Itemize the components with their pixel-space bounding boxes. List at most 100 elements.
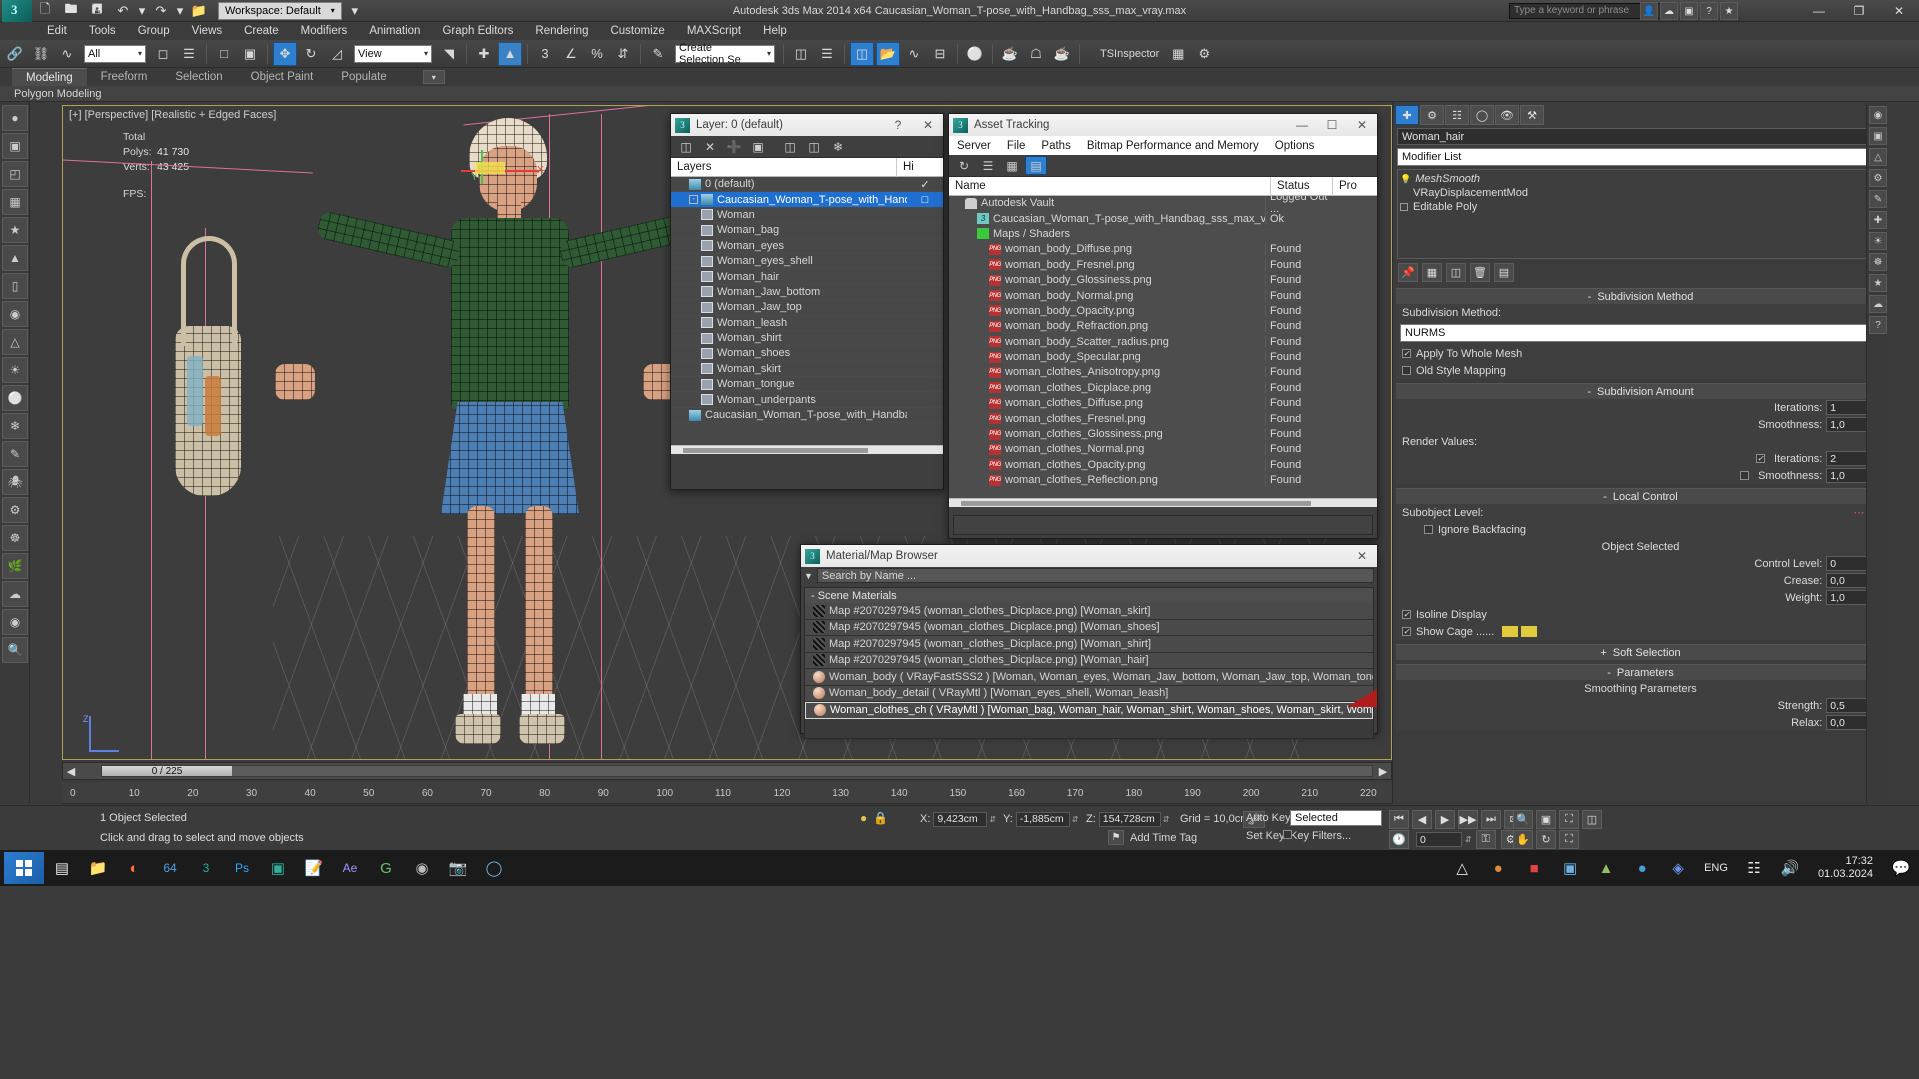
named-selection-set-combo[interactable]: Create Selection Se: [675, 42, 775, 66]
aftereffects-icon[interactable]: Ae: [333, 852, 367, 884]
side-icon-10[interactable]: ☁: [1869, 295, 1887, 313]
close-button[interactable]: ✕: [1879, 0, 1919, 22]
volume-icon[interactable]: 🔊: [1773, 852, 1807, 884]
tab-modeling[interactable]: Modeling: [12, 68, 87, 86]
layer-window-help-button[interactable]: ?: [883, 114, 913, 136]
add-time-tag-label[interactable]: Add Time Tag: [1130, 832, 1197, 844]
tool-icon-10[interactable]: ☀: [2, 357, 28, 383]
max-scene-icon[interactable]: ▣: [261, 852, 295, 884]
asset-row[interactable]: PNG woman_body_Opacity.png Found: [949, 303, 1377, 320]
network-icon[interactable]: ☷: [1737, 852, 1771, 884]
64-app-icon[interactable]: 64: [153, 852, 187, 884]
asset-row[interactable]: PNG woman_body_Fresnel.png Found: [949, 257, 1377, 273]
select-and-move-icon[interactable]: ✥: [273, 41, 297, 66]
zoom-extents-icon[interactable]: ⛶: [1559, 810, 1579, 829]
vertex-subobject-icon[interactable]: ⋯: [1854, 506, 1865, 519]
hierarchy-tab[interactable]: ☷: [1445, 105, 1469, 125]
layer-row[interactable]: Woman_Jaw_bottom: [671, 284, 943, 301]
side-icon-4[interactable]: ⚙: [1869, 169, 1887, 187]
viewport-label[interactable]: [+] [Perspective] [Realistic + Edged Fac…: [69, 109, 276, 121]
lightbulb-icon[interactable]: 💡: [1400, 174, 1411, 185]
layer-row[interactable]: Woman_eyes_shell: [671, 253, 943, 270]
angle-snap-icon[interactable]: ∠: [559, 42, 583, 66]
selection-lock-icon[interactable]: ●: [860, 811, 867, 825]
show-end-result-icon[interactable]: ▦: [1422, 263, 1442, 282]
key-filters-checkbox[interactable]: [1283, 830, 1292, 839]
layer-explorer-window[interactable]: 3 Layer: 0 (default) ? ✕ ◫ ✕ ➕ ▣ ◫ ◫ ❄ L…: [670, 113, 944, 490]
material-row[interactable]: Woman_body_detail ( VRayMtl ) [Woman_eye…: [805, 685, 1373, 702]
subdivision-method-combo[interactable]: NURMS: [1400, 324, 1881, 342]
tray-app-6-icon[interactable]: ◈: [1661, 852, 1695, 884]
tool-icon-3[interactable]: ◰: [2, 161, 28, 187]
rollout-header[interactable]: - Subdivision Amount: [1396, 384, 1885, 399]
menu-modifiers[interactable]: Modifiers: [290, 25, 359, 37]
crease-spinner[interactable]: 0,0: [1826, 573, 1869, 588]
menu-animation[interactable]: Animation: [358, 25, 431, 37]
orbit-icon[interactable]: ↻: [1536, 830, 1556, 849]
ignore-backfacing-checkbox[interactable]: [1424, 525, 1433, 534]
next-frame-icon[interactable]: ▶▶: [1458, 810, 1478, 829]
asset-col-name[interactable]: Name: [949, 176, 1271, 196]
minimize-button[interactable]: —: [1799, 0, 1839, 22]
rectangular-selection-region-icon[interactable]: □: [212, 42, 236, 66]
strength-spinner[interactable]: 0,5: [1826, 698, 1869, 713]
hide-unhide-icon[interactable]: ◫: [803, 137, 825, 156]
asset-tracking-window[interactable]: 3 Asset Tracking — ☐ ✕ Server File Paths…: [948, 113, 1378, 539]
firefox-icon[interactable]: ◐: [117, 852, 151, 884]
set-key-button[interactable]: Set Key: [1246, 830, 1285, 842]
coord-y-value[interactable]: -1,885cm: [1015, 811, 1070, 827]
tool-icon-16[interactable]: ☸: [2, 525, 28, 551]
play-animation-icon[interactable]: ▶: [1435, 810, 1455, 829]
pin-stack-icon[interactable]: 📌: [1398, 263, 1418, 282]
layer-list[interactable]: 0 (default) ✓ - Caucasian_Woman_T-pose_with…: [671, 177, 943, 445]
layer-col-hidden[interactable]: Hi: [897, 158, 943, 177]
rendered-frame-window-icon[interactable]: ☖: [1024, 42, 1048, 66]
favorite-icon[interactable]: ★: [1720, 2, 1738, 20]
autodesk-account-icon[interactable]: 👤: [1640, 2, 1658, 20]
render-smoothness-checkbox[interactable]: [1740, 471, 1750, 480]
use-pivot-point-center-icon[interactable]: ◥: [437, 42, 461, 66]
asset-row[interactable]: PNG woman_body_Diffuse.png Found: [949, 242, 1377, 258]
material-row[interactable]: Woman_body ( VRayFastSSS2 ) [Woman, Woma…: [805, 669, 1373, 686]
asset-row[interactable]: PNG woman_clothes_Opacity.png Found: [949, 457, 1377, 474]
layer-window-close-button[interactable]: ✕: [913, 114, 943, 136]
grid-view-icon[interactable]: ▤: [1025, 156, 1047, 175]
schematic-view-icon[interactable]: ⊟: [928, 42, 952, 66]
material-map-browser-window[interactable]: 3 Material/Map Browser ✕ ▼ Search by Nam…: [800, 544, 1378, 739]
window-crossing-icon[interactable]: ▣: [238, 42, 262, 66]
3dsmax-icon[interactable]: 3: [189, 852, 223, 884]
selection-filter-combo[interactable]: All: [84, 44, 146, 63]
show-cage-checkbox[interactable]: ✓: [1402, 627, 1411, 636]
configure-modifier-sets-icon[interactable]: ▤: [1494, 263, 1514, 282]
select-and-rotate-icon[interactable]: ↻: [299, 42, 323, 66]
unlink-selection-icon[interactable]: ⛓: [29, 42, 53, 66]
tool-icon-11[interactable]: ⚪: [2, 385, 28, 411]
tab-freeform[interactable]: Freeform: [87, 71, 162, 83]
tool-icon-8[interactable]: ◉: [2, 301, 28, 327]
asset-row[interactable]: PNG woman_body_Scatter_radius.png Found: [949, 334, 1377, 350]
material-row[interactable]: Map #2070297945 (woman_clothes_Dicplace.…: [805, 619, 1373, 636]
curve-editor-icon[interactable]: ∿: [902, 42, 926, 66]
tool-icon-17[interactable]: 🌿: [2, 553, 28, 579]
render-iterations-spinner[interactable]: 2: [1826, 451, 1869, 466]
asset-row[interactable]: PNG woman_clothes_Reflection.png Found: [949, 473, 1377, 489]
asset-row[interactable]: PNG woman_body_Refraction.png Found: [949, 319, 1377, 335]
zoom-icon[interactable]: 🔍: [1513, 810, 1533, 829]
apply-to-whole-mesh-row[interactable]: ✓ Apply To Whole Mesh: [1396, 345, 1885, 362]
side-icon-2[interactable]: ▣: [1869, 127, 1887, 145]
select-and-scale-icon[interactable]: ◿: [325, 42, 349, 66]
collapse-icon[interactable]: +: [1600, 647, 1606, 659]
make-unique-icon[interactable]: ◫: [1446, 263, 1466, 282]
asset-row[interactable]: Maps / Shaders: [949, 226, 1377, 243]
menu-create[interactable]: Create: [233, 25, 290, 37]
material-editor-icon[interactable]: ⚪: [963, 42, 987, 66]
isoline-display-row[interactable]: ✓ Isoline Display: [1396, 606, 1885, 623]
asset-tracking-maximize-button[interactable]: ☐: [1317, 114, 1347, 136]
layer-col-layers[interactable]: Layers: [671, 157, 897, 177]
misc-icon[interactable]: ◯: [477, 852, 511, 884]
coordinate-y[interactable]: Y: -1,885cm ⇵: [1003, 811, 1079, 827]
rollout-soft-selection[interactable]: + Soft Selection: [1396, 644, 1885, 660]
timeline-prev-frame-icon[interactable]: ◀: [63, 765, 79, 778]
tool-icon-5[interactable]: ★: [2, 217, 28, 243]
menu-tools[interactable]: Tools: [78, 25, 127, 37]
